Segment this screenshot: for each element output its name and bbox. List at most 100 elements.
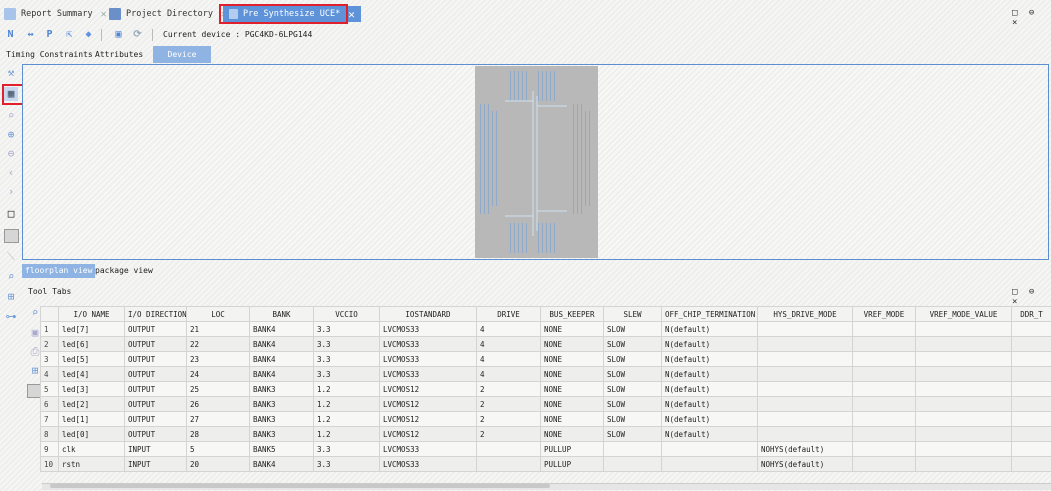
table-cell[interactable] <box>661 456 758 472</box>
table-cell[interactable] <box>476 456 541 472</box>
table-cell[interactable] <box>852 351 916 367</box>
search-icon[interactable]: ⌕ <box>4 270 18 284</box>
table-cell[interactable] <box>1011 456 1051 472</box>
table-cell[interactable]: BANK4 <box>249 351 314 367</box>
table-cell[interactable] <box>915 441 1012 457</box>
table-cell[interactable]: 3.3 <box>313 351 380 367</box>
table-row[interactable]: 3 led[5] OUTPUT 23 BANK4 3.3 LVCMOS33 4 NONE SLOW… <box>40 351 1051 367</box>
table-cell[interactable]: 28 <box>186 426 250 442</box>
table-cell[interactable]: LVCMOS33 <box>379 321 477 337</box>
table-cell[interactable] <box>852 321 916 337</box>
table-cell[interactable]: SLOW <box>603 366 662 382</box>
table-cell[interactable]: 26 <box>186 396 250 412</box>
table-row[interactable]: 7 led[1] OUTPUT 27 BANK3 1.2 LVCMOS12 2 NONE SLOW… <box>40 411 1051 427</box>
column-header[interactable]: HYS_DRIVE_MODE <box>757 306 853 322</box>
table-cell[interactable] <box>915 456 1012 472</box>
table-cell[interactable]: SLOW <box>603 351 662 367</box>
table-cell[interactable]: SLOW <box>603 381 662 397</box>
column-header[interactable]: I/O NAME <box>58 306 125 322</box>
table-cell[interactable]: SLOW <box>603 426 662 442</box>
table-cell[interactable]: BANK4 <box>249 336 314 352</box>
table-cell[interactable]: 27 <box>186 411 250 427</box>
table-cell[interactable]: 20 <box>186 456 250 472</box>
table-cell[interactable] <box>852 336 916 352</box>
table-cell[interactable]: 22 <box>186 336 250 352</box>
table-cell[interactable]: rstn <box>58 456 125 472</box>
table-cell[interactable]: OUTPUT <box>124 381 187 397</box>
table-cell[interactable]: NONE <box>540 411 604 427</box>
table-cell[interactable] <box>852 426 916 442</box>
table-cell[interactable] <box>1011 426 1051 442</box>
table-cell[interactable]: 3.3 <box>313 366 380 382</box>
column-header[interactable]: BUS_KEEPER <box>540 306 604 322</box>
table-cell[interactable]: 4 <box>476 351 541 367</box>
table-cell[interactable]: BANK3 <box>249 396 314 412</box>
table-cell[interactable]: 25 <box>186 381 250 397</box>
table-cell[interactable] <box>852 411 916 427</box>
table-cell[interactable]: BANK5 <box>249 441 314 457</box>
table-row[interactable]: 4 led[4] OUTPUT 24 BANK4 3.3 LVCMOS33 4 NONE SLOW… <box>40 366 1051 382</box>
table-cell[interactable]: NONE <box>540 396 604 412</box>
table-cell[interactable]: 2 <box>476 411 541 427</box>
table-cell[interactable]: BANK4 <box>249 321 314 337</box>
table-cell[interactable] <box>476 441 541 457</box>
column-header[interactable]: VREF_MODE_VALUE <box>915 306 1012 322</box>
table-cell[interactable]: BANK3 <box>249 381 314 397</box>
table-cell[interactable]: 5 <box>186 441 250 457</box>
column-header[interactable]: IOSTANDARD <box>379 306 477 322</box>
column-header[interactable]: DRIVE <box>476 306 541 322</box>
table-cell[interactable]: 1.2 <box>313 381 380 397</box>
tree-icon[interactable]: ⊞ <box>4 290 18 304</box>
table-cell[interactable]: 3.3 <box>313 441 380 457</box>
table-cell[interactable] <box>757 336 853 352</box>
table-cell[interactable]: led[5] <box>58 351 125 367</box>
tab-floorplan-view[interactable]: floorplan view <box>22 264 96 278</box>
table-cell[interactable]: led[4] <box>58 366 125 382</box>
table-cell[interactable] <box>852 456 916 472</box>
table-cell[interactable]: NOHYS(default) <box>757 441 853 457</box>
table-cell[interactable]: LVCMOS12 <box>379 396 477 412</box>
table-cell[interactable]: led[6] <box>58 336 125 352</box>
table-cell[interactable] <box>852 381 916 397</box>
table-cell[interactable]: NONE <box>540 381 604 397</box>
table-cell[interactable] <box>915 351 1012 367</box>
column-header[interactable]: DDR_T <box>1011 306 1051 322</box>
export-icon[interactable]: ⇱ <box>63 28 76 41</box>
table-cell[interactable]: 3.3 <box>313 336 380 352</box>
table-cell[interactable] <box>1011 411 1051 427</box>
table-cell[interactable] <box>852 396 916 412</box>
column-header[interactable]: LOC <box>186 306 250 322</box>
table-cell[interactable]: NONE <box>540 366 604 382</box>
table-cell[interactable]: PULLUP <box>540 456 604 472</box>
table-cell[interactable] <box>915 336 1012 352</box>
table-cell[interactable] <box>915 321 1012 337</box>
zoom-in-icon[interactable]: ⊕ <box>4 128 18 142</box>
table-cell[interactable] <box>1011 381 1051 397</box>
table-cell[interactable]: 4 <box>476 321 541 337</box>
wrench-icon[interactable]: ⚒ <box>4 66 18 80</box>
table-cell[interactable]: N(default) <box>661 381 758 397</box>
table-cell[interactable]: SLOW <box>603 396 662 412</box>
table-cell[interactable]: N(default) <box>661 411 758 427</box>
table-cell[interactable]: INPUT <box>124 441 187 457</box>
table-cell[interactable]: 23 <box>186 351 250 367</box>
save-icon[interactable]: ▣ <box>112 28 125 41</box>
table-cell[interactable]: SLOW <box>603 321 662 337</box>
table-cell[interactable]: 21 <box>186 321 250 337</box>
table-cell[interactable] <box>852 366 916 382</box>
table-cell[interactable] <box>757 381 853 397</box>
table-cell[interactable]: 1.2 <box>313 411 380 427</box>
tab-attributes[interactable]: Attributes <box>91 46 147 63</box>
table-cell[interactable]: N(default) <box>661 426 758 442</box>
back-icon[interactable]: ‹ <box>4 166 18 180</box>
table-row[interactable]: 8 led[0] OUTPUT 28 BANK3 1.2 LVCMOS12 2 NONE SLOW… <box>40 426 1051 442</box>
table-cell[interactable]: BANK4 <box>249 366 314 382</box>
table-cell[interactable]: LVCMOS33 <box>379 351 477 367</box>
zoom-out-icon[interactable]: ⊖ <box>4 147 18 161</box>
table-cell[interactable]: N(default) <box>661 336 758 352</box>
tab-report-summary[interactable]: Report Summary ✕ <box>4 6 107 22</box>
table-cell[interactable] <box>1011 351 1051 367</box>
new-icon[interactable]: N <box>4 28 17 41</box>
table-cell[interactable]: BANK3 <box>249 426 314 442</box>
table-cell[interactable] <box>1011 366 1051 382</box>
